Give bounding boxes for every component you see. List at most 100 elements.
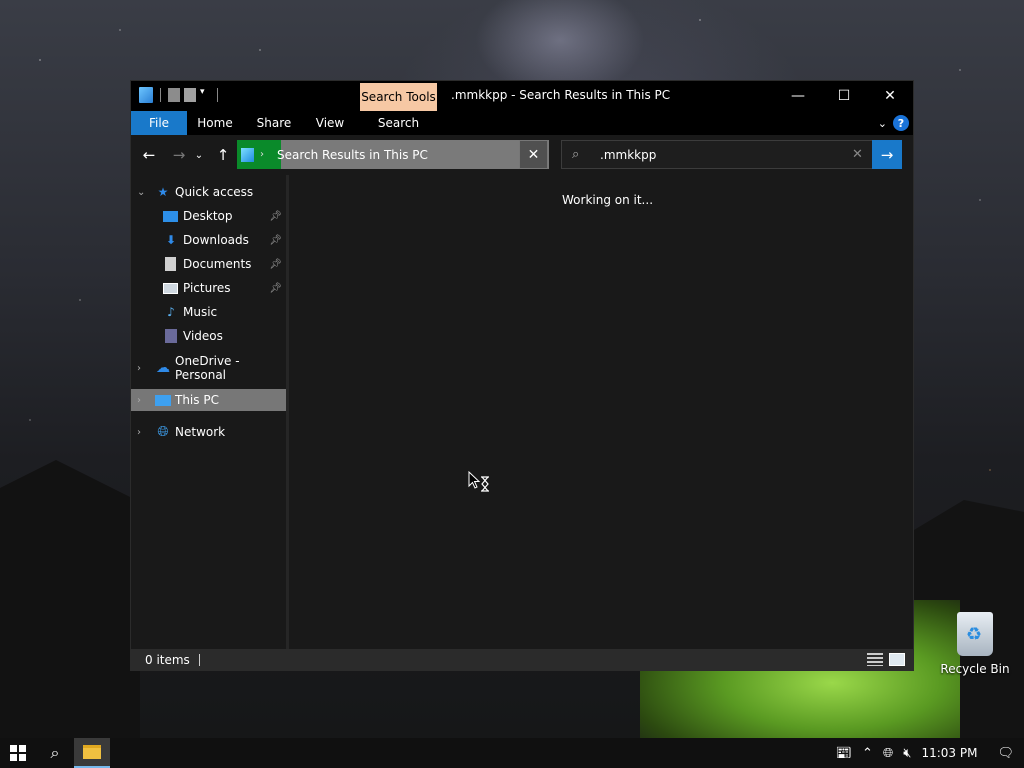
clock[interactable]: 11:03 PM <box>921 746 977 760</box>
folder-icon <box>83 745 101 759</box>
videos-icon <box>165 329 177 343</box>
search-progress-text: Working on it... <box>562 193 654 207</box>
sidebar-item-downloads[interactable]: ⬇ Downloads 📌︎ <box>131 229 286 251</box>
qat-separator <box>217 88 218 102</box>
up-button[interactable]: ↑ <box>213 146 233 164</box>
navigation-bar: ← → ⌄ ↑ › Search Results in This PC ✕ ⌕ … <box>131 135 913 175</box>
busy-cursor-icon <box>468 471 489 492</box>
sidebar-item-label: Videos <box>183 329 223 343</box>
search-box[interactable]: ⌕ .mmkkpp ✕ <box>561 140 873 169</box>
search-taskbar-button[interactable]: ⌕ <box>38 738 72 768</box>
explorer-app-icon[interactable] <box>139 87 153 103</box>
sidebar-item-label: Downloads <box>183 233 249 247</box>
customize-qat-icon[interactable]: ▾ <box>200 87 210 103</box>
sidebar-item-label: Quick access <box>175 185 254 199</box>
file-explorer-taskbar-button[interactable] <box>74 738 110 768</box>
address-bar[interactable]: › Search Results in This PC <box>237 140 549 169</box>
music-icon: ♪ <box>167 305 175 319</box>
sidebar-item-label: Music <box>183 305 218 319</box>
notification-center-icon[interactable]: 🗨︎ <box>997 746 1014 761</box>
start-button[interactable] <box>0 738 36 768</box>
help-icon[interactable]: ? <box>893 115 909 131</box>
properties-icon[interactable] <box>168 88 180 102</box>
tab-view[interactable]: View <box>309 111 351 135</box>
onedrive-cloud-icon: ☁ <box>156 360 170 376</box>
breadcrumb-chevron-icon[interactable]: › <box>260 149 264 160</box>
pin-icon: 📌︎ <box>269 282 282 294</box>
network-icon: 🌐︎ <box>157 424 169 440</box>
quick-access-star-icon: ★ <box>157 185 169 199</box>
item-count: 0 items <box>145 653 190 667</box>
sidebar-item-music[interactable]: ♪ Music <box>131 301 286 323</box>
search-go-button[interactable]: → <box>872 140 902 169</box>
volume-muted-icon[interactable]: 🔇︎ <box>903 746 911 761</box>
sidebar-item-label: Network <box>175 425 226 439</box>
minimize-button[interactable]: — <box>775 81 821 111</box>
clear-search-button[interactable]: ✕ <box>852 147 872 162</box>
back-button[interactable]: ← <box>139 146 159 164</box>
search-icon: ⌕ <box>572 147 580 162</box>
details-view-icon[interactable] <box>867 653 883 666</box>
tab-share[interactable]: Share <box>251 111 297 135</box>
recycle-bin-label: Recycle Bin <box>940 662 1010 676</box>
address-root[interactable]: › <box>237 140 281 169</box>
navigation-pane: ⌄ ★ Quick access Desktop 📌︎ ⬇ Downloads … <box>131 175 289 649</box>
sidebar-item-videos[interactable]: Videos <box>131 325 286 347</box>
sidebar-item-label: Pictures <box>183 281 231 295</box>
quick-access-toolbar: ▾ <box>139 87 221 103</box>
wallpaper-mountain-left <box>0 460 140 740</box>
expand-chevron-icon[interactable]: › <box>137 363 141 374</box>
recycle-bin-desktop-icon[interactable]: Recycle Bin <box>940 612 1010 676</box>
tab-file[interactable]: File <box>131 111 187 135</box>
sidebar-item-network[interactable]: › 🌐︎ Network <box>131 421 286 443</box>
stop-search-button[interactable]: ✕ <box>519 140 548 169</box>
status-separator <box>198 654 200 666</box>
address-path: Search Results in This PC <box>277 147 428 162</box>
sidebar-item-label: OneDrive - Personal <box>175 354 240 382</box>
sidebar-item-label: Documents <box>183 257 252 271</box>
desktop-icon <box>163 210 178 222</box>
expand-chevron-icon[interactable]: › <box>137 395 141 406</box>
search-input[interactable]: .mmkkpp <box>600 148 852 162</box>
sidebar-item-quick-access[interactable]: ⌄ ★ Quick access <box>131 181 286 203</box>
recycle-bin-icon <box>957 612 993 656</box>
forward-button[interactable]: → <box>169 146 189 164</box>
pictures-icon <box>163 282 178 294</box>
show-hidden-icons-chevron-icon[interactable]: ⌃ <box>862 746 873 761</box>
recent-locations-button[interactable]: ⌄ <box>193 146 205 164</box>
file-explorer-window: ▾ Search Tools .mmkkpp - Search Results … <box>130 80 914 671</box>
title-bar[interactable]: ▾ Search Tools .mmkkpp - Search Results … <box>131 81 913 111</box>
windows-logo-icon <box>10 745 26 761</box>
sidebar-item-onedrive[interactable]: › ☁ OneDrive - Personal <box>131 354 286 382</box>
new-folder-icon[interactable] <box>184 88 196 102</box>
network-status-icon[interactable]: 🌐︎ <box>883 746 893 761</box>
search-results-folder-icon <box>241 147 254 162</box>
tab-search[interactable]: Search <box>360 111 437 135</box>
pin-icon: 📌︎ <box>269 258 282 270</box>
status-bar: 0 items <box>131 649 913 671</box>
search-results-pane[interactable]: Working on it... <box>291 175 913 649</box>
expand-chevron-icon[interactable]: › <box>137 427 141 438</box>
tab-home[interactable]: Home <box>193 111 237 135</box>
expand-ribbon-icon[interactable]: ⌄ <box>878 117 887 130</box>
sidebar-item-label: Desktop <box>183 209 233 223</box>
sidebar-item-this-pc[interactable]: › This PC <box>131 389 286 411</box>
sidebar-item-desktop[interactable]: Desktop 📌︎ <box>131 205 286 227</box>
news-widget-icon[interactable]: 📰︎ <box>835 746 852 761</box>
window-controls: — ☐ ✕ <box>775 81 913 111</box>
ribbon-controls: ⌄ ? <box>878 115 909 131</box>
sidebar-item-pictures[interactable]: Pictures 📌︎ <box>131 277 286 299</box>
view-switcher <box>867 653 905 666</box>
computer-icon <box>155 394 171 406</box>
maximize-button[interactable]: ☐ <box>821 81 867 111</box>
pin-icon: 📌︎ <box>269 210 282 222</box>
search-tools-context-tab: Search Tools <box>360 83 437 111</box>
qat-separator <box>160 88 161 102</box>
pin-icon: 📌︎ <box>269 234 282 246</box>
large-icons-view-icon[interactable] <box>889 653 905 666</box>
sidebar-item-documents[interactable]: Documents 📌︎ <box>131 253 286 275</box>
collapse-chevron-icon[interactable]: ⌄ <box>137 187 145 198</box>
search-icon: ⌕ <box>50 743 60 762</box>
close-button[interactable]: ✕ <box>867 81 913 111</box>
taskbar: ⌕ 📰︎ ⌃ 🌐︎ 🔇︎ 11:03 PM 🗨︎ <box>0 738 1024 768</box>
